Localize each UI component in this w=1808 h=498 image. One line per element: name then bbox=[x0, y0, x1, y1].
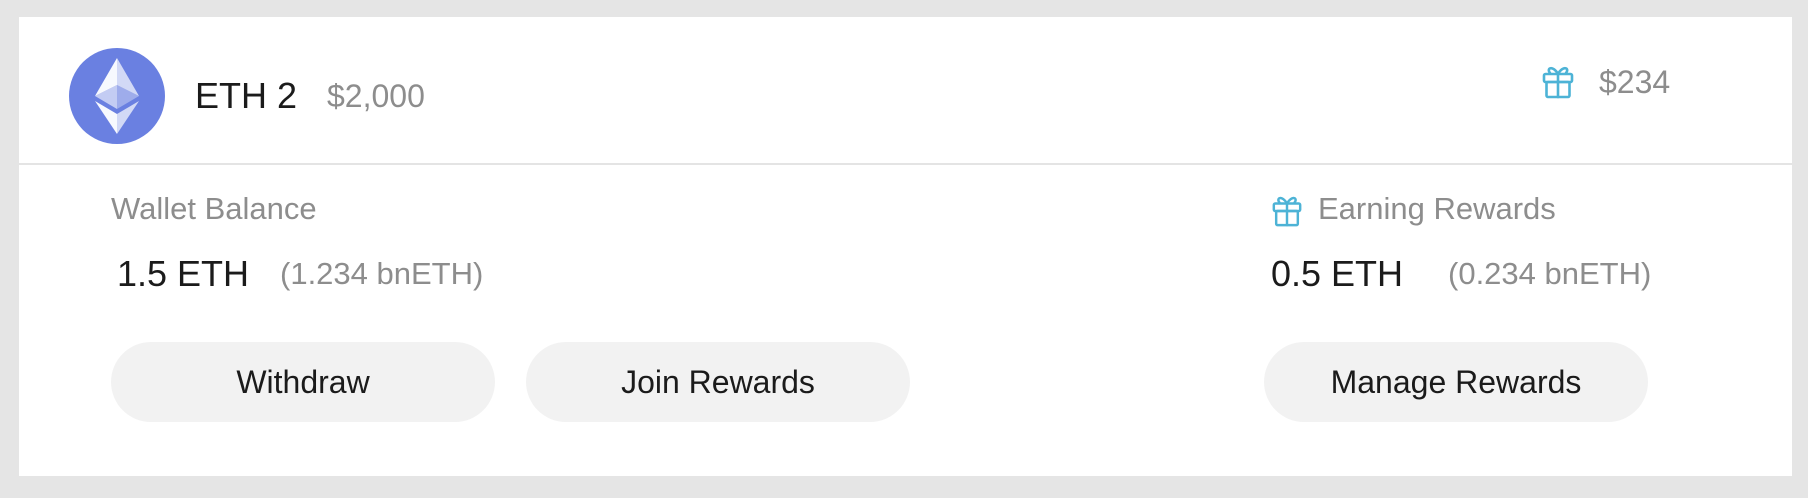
asset-header[interactable]: ETH 2 $2,000 $234 bbox=[19, 17, 1792, 163]
ethereum-logo-icon bbox=[69, 48, 165, 144]
join-rewards-button[interactable]: Join Rewards bbox=[526, 342, 910, 422]
earning-rewards-amount: 0.5 ETH bbox=[1271, 253, 1404, 294]
asset-value: $2,000 bbox=[327, 78, 425, 114]
asset-card: ETH 2 $2,000 $234 Wallet Balance 1.5 ETH… bbox=[19, 17, 1792, 476]
wallet-balance-label: Wallet Balance bbox=[111, 191, 317, 226]
earning-rewards-sub-amount: (0.234 bnETH) bbox=[1448, 256, 1652, 291]
wallet-balance-amount: 1.5 ETH bbox=[117, 253, 250, 294]
earning-rewards-label: Earning Rewards bbox=[1318, 191, 1556, 226]
wallet-balance-sub-amount: (1.234 bnETH) bbox=[280, 256, 484, 291]
manage-rewards-button[interactable]: Manage Rewards bbox=[1264, 342, 1648, 422]
divider bbox=[19, 163, 1792, 165]
gift-icon bbox=[1271, 194, 1303, 228]
gift-icon bbox=[1541, 64, 1575, 100]
asset-name: ETH 2 bbox=[195, 75, 298, 116]
rewards-total: $234 bbox=[1599, 64, 1671, 100]
withdraw-button[interactable]: Withdraw bbox=[111, 342, 495, 422]
